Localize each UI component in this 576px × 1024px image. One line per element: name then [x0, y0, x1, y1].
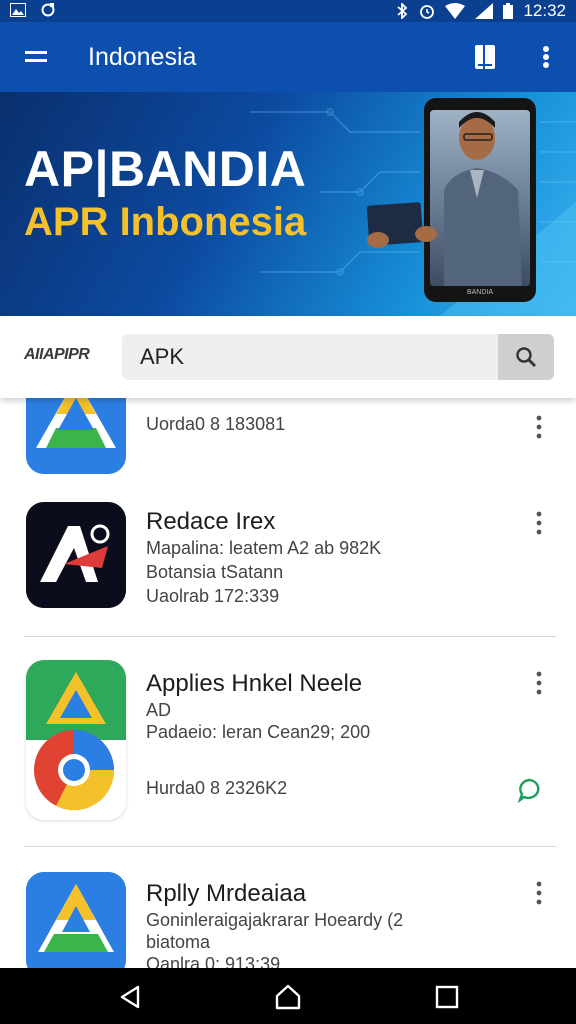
signal-icon: [475, 3, 494, 19]
more-vert-icon[interactable]: [530, 510, 548, 536]
app-name: Applies Hnkel Neele: [146, 670, 363, 697]
more-vert-icon[interactable]: [530, 414, 548, 440]
tablet-in-hand-illustration: [366, 202, 437, 248]
search-bar: AIIAPIPR: [0, 316, 576, 398]
recents-icon[interactable]: [432, 982, 462, 1012]
list-divider: [24, 846, 556, 847]
search-icon: [516, 347, 536, 367]
bluetooth-icon: [395, 3, 409, 19]
list-item[interactable]: Applies Hnkel Neele AD Padaeio: leran Ce…: [0, 660, 576, 848]
image-icon: [10, 3, 26, 17]
phone-brand-label: BANDIA: [467, 289, 493, 296]
banner-subheadline: APR Inbonesia: [24, 200, 307, 244]
app-detail-line: Padaeio: leran Cean29; 200: [146, 722, 371, 742]
app-detail-line: Mapalina: leatem A2 ab 982K: [146, 538, 382, 558]
app-name: Rplly Mrdeaiaa: [146, 880, 307, 907]
wifi-icon: [445, 3, 466, 19]
system-nav-bar: [0, 968, 576, 1024]
app-list: Uorda0 8 183081 Redace Irex Mapalina: le…: [0, 398, 576, 968]
app-detail-line: Hurda0 8 2326K2: [146, 778, 288, 798]
home-icon[interactable]: [273, 982, 303, 1012]
status-bar: 12:32: [0, 0, 576, 22]
menu-icon[interactable]: [22, 44, 50, 70]
a-letter-dark-icon: [26, 502, 126, 608]
promo-banner[interactable]: AP|BANDIA APR Inbonesia BANDIA: [0, 92, 576, 316]
app-detail-line: Uaolrab 172:339: [146, 586, 280, 606]
app-detail-line: Oanlra 0; 913:39: [146, 954, 281, 968]
list-item[interactable]: Redace Irex Mapalina: leatem A2 ab 982K …: [0, 502, 576, 636]
drive-blue-icon: [26, 398, 126, 474]
alarm-icon: [419, 3, 435, 19]
battery-icon: [503, 3, 514, 19]
book-icon[interactable]: [472, 42, 498, 72]
list-divider: [24, 636, 556, 637]
sync-icon: [40, 2, 56, 18]
app-title: Indonesia: [88, 43, 197, 71]
chat-bubble-icon[interactable]: [516, 776, 544, 804]
more-vert-icon[interactable]: [534, 42, 558, 72]
person-with-phone-illustration: BANDIA: [424, 98, 536, 302]
back-icon[interactable]: [116, 982, 146, 1012]
list-item[interactable]: Rplly Mrdeaiaa Goninleraigajakrarar Hoea…: [0, 872, 576, 968]
drive-chrome-combo-icon: [26, 660, 126, 820]
banner-headline: AP|BANDIA: [24, 141, 307, 197]
clock-time: 12:32: [523, 1, 566, 20]
app-detail-line: AD: [146, 700, 172, 720]
drive-blue-icon: [26, 872, 126, 968]
list-item[interactable]: Uorda0 8 183081: [0, 398, 576, 474]
app-detail-line: biatoma: [146, 932, 211, 952]
app-bar: Indonesia: [0, 22, 576, 92]
search-input[interactable]: [122, 334, 498, 380]
app-detail-line: Goninleraigajakrarar Hoeardy (2: [146, 910, 404, 930]
more-vert-icon[interactable]: [530, 670, 548, 696]
more-vert-icon[interactable]: [530, 880, 548, 906]
brand-logo: AIIAPIPR: [24, 346, 90, 363]
app-name: Redace Irex: [146, 508, 276, 535]
app-update-info: Uorda0 8 183081: [146, 414, 286, 434]
app-detail-line: Botansia tSatann: [146, 562, 284, 582]
search-button[interactable]: [498, 334, 554, 380]
